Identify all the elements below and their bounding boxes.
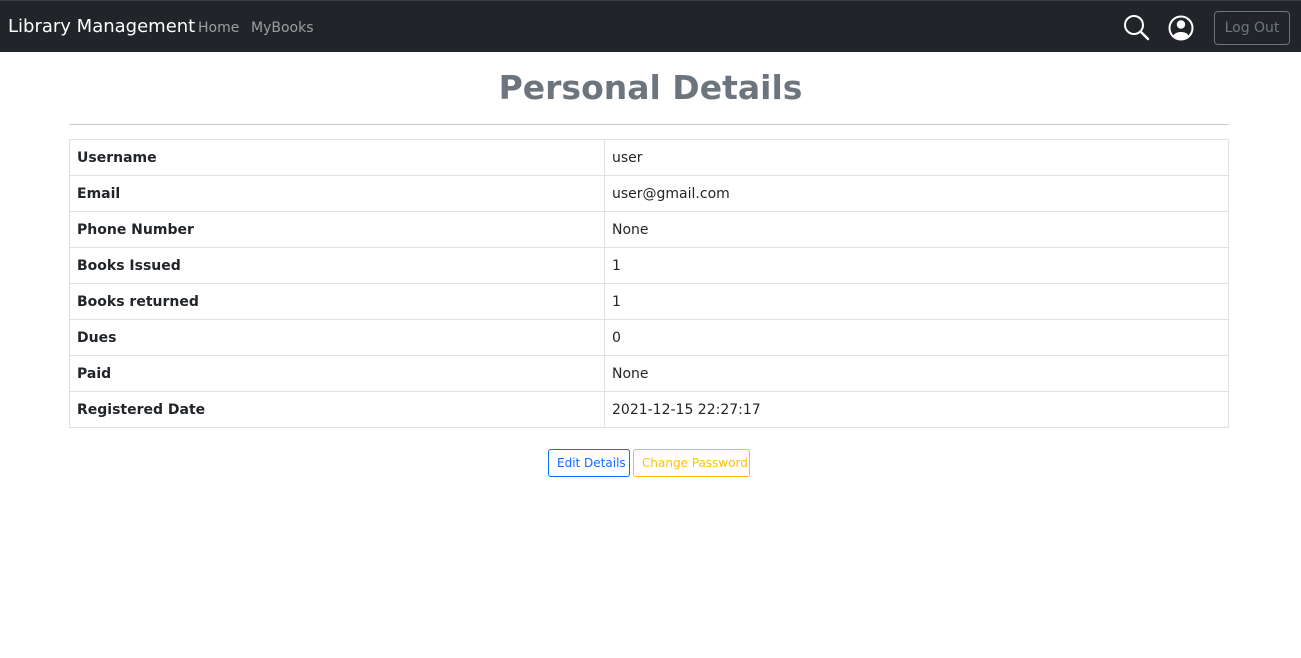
table-row: Username user	[69, 139, 1229, 176]
detail-value: 1	[604, 247, 1229, 284]
detail-label: Registered Date	[69, 391, 605, 428]
title-divider	[69, 124, 1229, 125]
table-row: Email user@gmail.com	[69, 175, 1229, 212]
detail-label: Dues	[69, 319, 605, 356]
table-row: Phone Number None	[69, 211, 1229, 248]
detail-label: Email	[69, 175, 605, 212]
nav-link-mybooks[interactable]: MyBooks	[251, 19, 314, 37]
detail-value: None	[604, 355, 1229, 392]
detail-label: Books Issued	[69, 247, 605, 284]
change-password-button[interactable]: Change Password	[633, 449, 750, 477]
detail-value: 1	[604, 283, 1229, 320]
table-row: Books returned 1	[69, 283, 1229, 320]
action-buttons: Edit Details Change Password	[548, 449, 750, 477]
edit-details-button[interactable]: Edit Details	[548, 449, 630, 477]
personal-details-table: Username user Email user@gmail.com Phone…	[69, 139, 1229, 428]
detail-label: Phone Number	[69, 211, 605, 248]
detail-value: 2021-12-15 22:27:17	[604, 391, 1229, 428]
detail-label: Paid	[69, 355, 605, 392]
table-row: Books Issued 1	[69, 247, 1229, 284]
table-row: Registered Date 2021-12-15 22:27:17	[69, 391, 1229, 428]
logout-button[interactable]: Log Out	[1214, 11, 1290, 45]
table-row: Dues 0	[69, 319, 1229, 356]
table-row: Paid None	[69, 355, 1229, 392]
top-navbar: Library Management Home MyBooks Log Out	[0, 0, 1301, 52]
search-icon[interactable]	[1122, 13, 1152, 43]
user-circle-icon[interactable]	[1166, 13, 1196, 43]
nav-link-home[interactable]: Home	[198, 19, 239, 37]
navbar-brand[interactable]: Library Management	[8, 16, 195, 38]
detail-value: user	[604, 139, 1229, 176]
detail-label: Books returned	[69, 283, 605, 320]
detail-label: Username	[69, 139, 605, 176]
page-title: Personal Details	[498, 68, 803, 107]
detail-value: 0	[604, 319, 1229, 356]
detail-value: user@gmail.com	[604, 175, 1229, 212]
detail-value: None	[604, 211, 1229, 248]
